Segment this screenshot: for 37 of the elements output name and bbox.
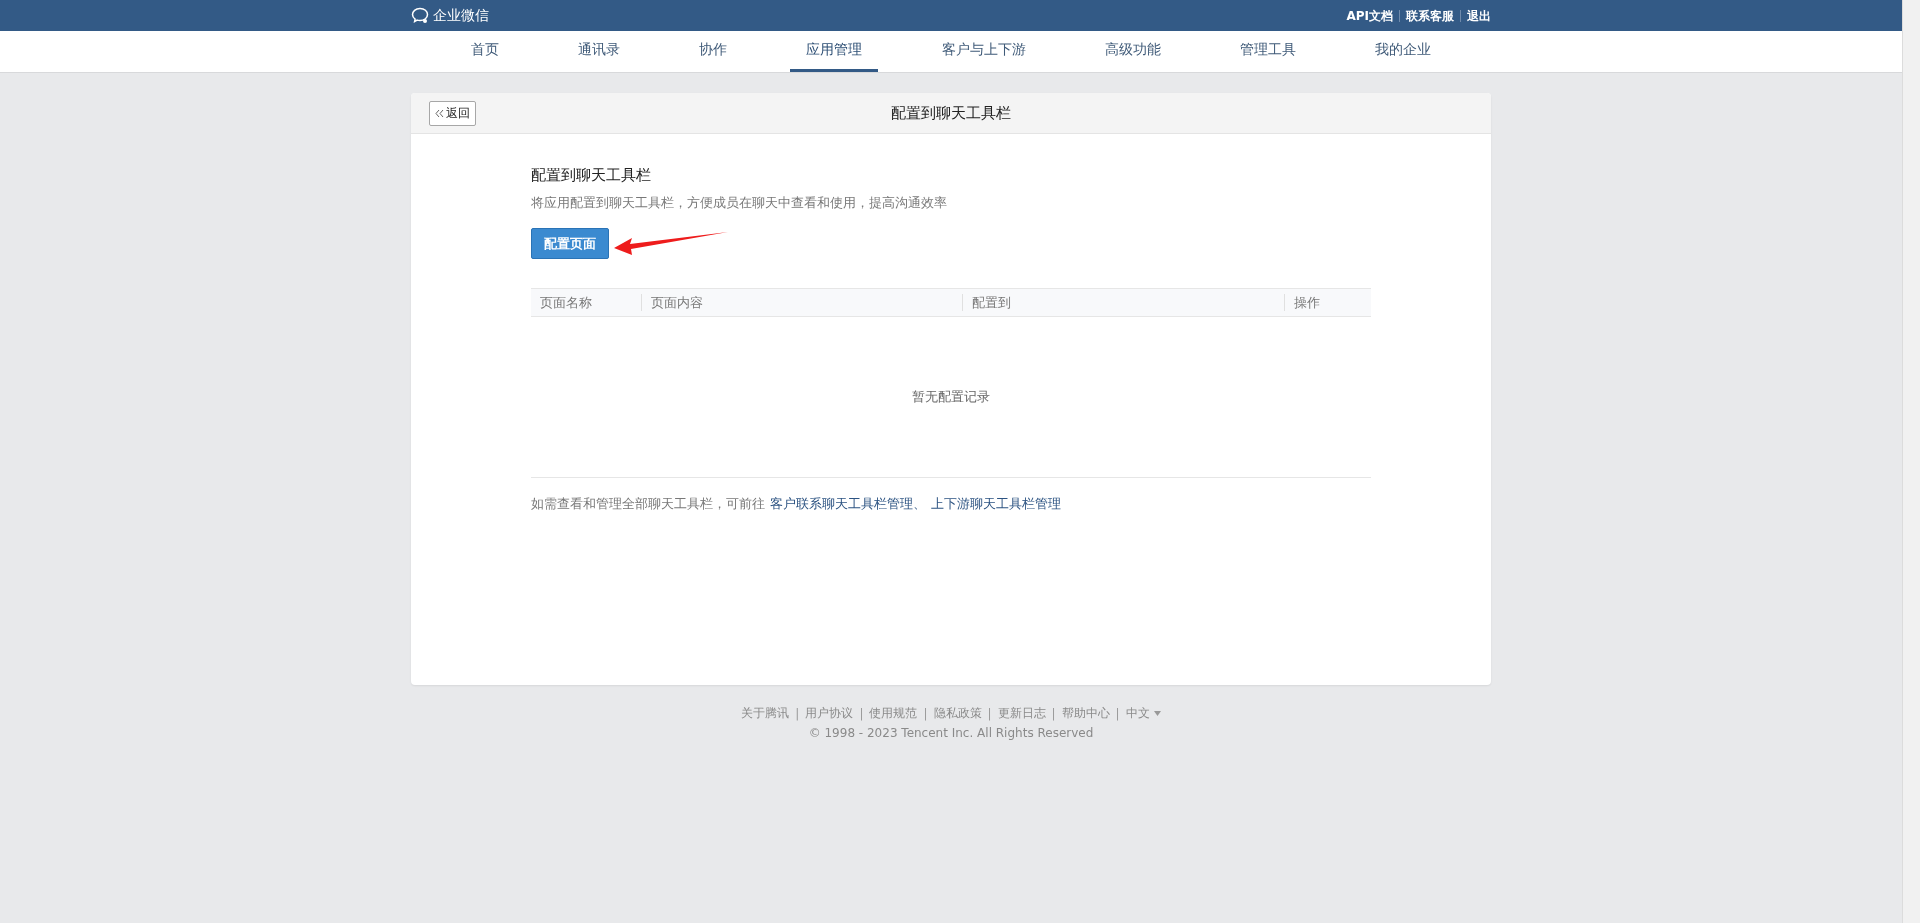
app-logo[interactable]: 企业微信 xyxy=(411,6,489,25)
nav-tab[interactable]: 通讯录 xyxy=(561,31,636,72)
caret-icon xyxy=(1153,711,1161,716)
chat-bubble-icon xyxy=(411,7,429,24)
top-link[interactable]: API文档 xyxy=(1340,9,1399,22)
top-link[interactable]: 退出 xyxy=(1460,9,1491,22)
nav-tab[interactable]: 协作 xyxy=(683,31,744,72)
nav-tab[interactable]: 管理工具 xyxy=(1224,31,1313,72)
copyright-text: © 1998 - 2023 Tencent Inc. All Rights Reserved xyxy=(808,726,1094,740)
top-link[interactable]: 联系客服 xyxy=(1399,9,1460,22)
column-header: 页面名称 xyxy=(539,294,593,311)
separator: | xyxy=(923,706,928,721)
column-header: 操作 xyxy=(1284,294,1371,311)
nav-tab[interactable]: 应用管理 xyxy=(790,31,879,72)
nav-tab[interactable]: 高级功能 xyxy=(1088,31,1177,72)
section-title: 配置到聊天工具栏 xyxy=(531,166,652,185)
scrollbar[interactable] xyxy=(1902,0,1920,923)
separator: | xyxy=(987,706,992,721)
nav-tab[interactable]: 首页 xyxy=(454,31,515,72)
panel-title: 配置到聊天工具栏 xyxy=(891,103,1011,123)
separator: | xyxy=(1115,706,1120,721)
double-chevron-icon xyxy=(435,108,444,118)
separator: | xyxy=(1051,706,1056,721)
note-link[interactable]: 客户联系聊天工具栏管理、 xyxy=(770,496,926,513)
configure-page-button[interactable]: 配置页面 xyxy=(531,228,609,259)
column-header: 页面内容 xyxy=(641,294,962,311)
back-button[interactable]: 返回 xyxy=(429,100,476,126)
separator: | xyxy=(795,706,800,721)
note-link[interactable]: 上下游聊天工具栏管理 xyxy=(931,496,1061,513)
separator: | xyxy=(859,706,864,721)
section-description: 将应用配置到聊天工具栏，方便成员在聊天中查看和使用，提高沟通效率 xyxy=(531,195,948,212)
column-header: 配置到 xyxy=(962,294,1284,311)
nav-tab[interactable]: 我的企业 xyxy=(1359,31,1448,72)
nav-tab[interactable]: 客户与上下游 xyxy=(925,31,1042,72)
logo-text: 企业微信 xyxy=(433,6,489,25)
note-text: 如需查看和管理全部聊天工具栏，可前往 xyxy=(531,496,765,513)
empty-message: 暂无配置记录 xyxy=(912,388,990,406)
